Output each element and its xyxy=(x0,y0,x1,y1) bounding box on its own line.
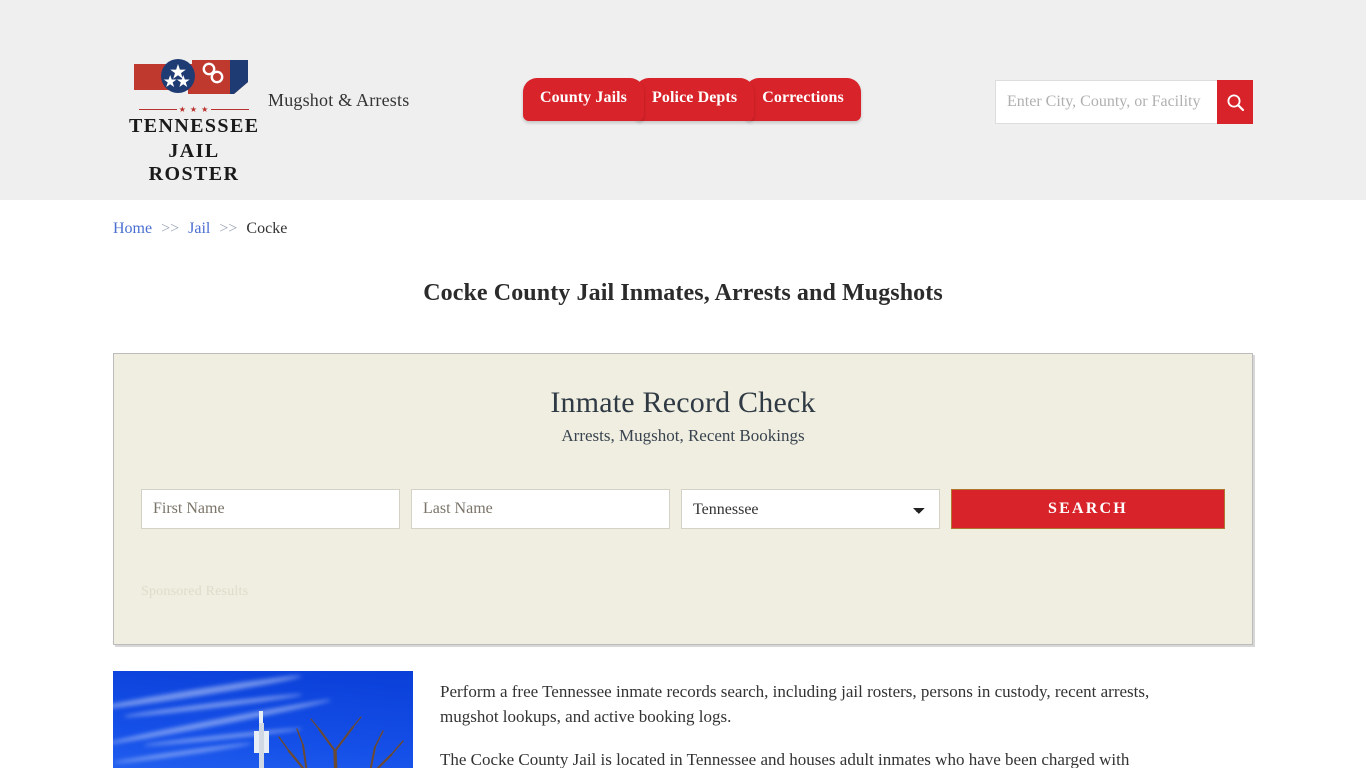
inmate-search-form: Tennessee SEARCH xyxy=(141,489,1225,529)
page-title: Cocke County Jail Inmates, Arrests and M… xyxy=(423,280,943,306)
site-header: ★ ★ ★ TENNESSEE JAIL ROSTER Mugshot & Ar… xyxy=(0,0,1366,200)
tennessee-state-logo-icon xyxy=(130,52,258,102)
article-paragraph: Perform a free Tennessee inmate records … xyxy=(440,682,1150,726)
sponsored-results-label: Sponsored Results xyxy=(141,584,249,599)
inmate-record-check-panel: Inmate Record Check Arrests, Mugshot, Re… xyxy=(113,353,1253,645)
last-name-input[interactable] xyxy=(411,489,670,529)
brand-name-line1: TENNESSEE xyxy=(129,115,260,137)
search-icon xyxy=(1227,94,1244,111)
nav-tab-police-depts[interactable]: Police Depts xyxy=(635,78,755,121)
breadcrumb-item-home[interactable]: Home xyxy=(113,220,152,237)
breadcrumb-item-current: Cocke xyxy=(246,220,288,237)
tree-graphic xyxy=(278,716,404,768)
header-search-button[interactable] xyxy=(1217,80,1253,124)
site-tagline: Mugshot & Arrests xyxy=(268,90,410,110)
nav-tab-county-jails[interactable]: County Jails xyxy=(523,78,644,121)
record-check-subtitle: Arrests, Mugshot, Recent Bookings xyxy=(561,426,805,445)
breadcrumb: Home >> Jail >> Cocke xyxy=(113,200,1253,238)
first-name-input[interactable] xyxy=(141,489,400,529)
breadcrumb-item-jail[interactable]: Jail xyxy=(188,220,210,237)
header-search-input[interactable] xyxy=(995,80,1217,124)
search-submit-button[interactable]: SEARCH xyxy=(951,489,1225,529)
logo-stars-icon: ★ ★ ★ xyxy=(178,105,210,114)
breadcrumb-separator: >> xyxy=(219,220,238,237)
state-select[interactable]: Tennessee xyxy=(681,489,940,529)
logo-divider: ★ ★ ★ xyxy=(139,105,249,114)
site-logo[interactable]: ★ ★ ★ TENNESSEE JAIL ROSTER xyxy=(129,52,259,186)
content-section: Perform a free Tennessee inmate records … xyxy=(113,671,1253,768)
breadcrumb-separator: >> xyxy=(161,220,180,237)
jail-photo xyxy=(113,671,413,768)
nav-tab-corrections[interactable]: Corrections xyxy=(745,78,861,121)
article-body: Perform a free Tennessee inmate records … xyxy=(440,671,1200,768)
article-paragraph: The Cocke County Jail is located in Tenn… xyxy=(440,750,1130,768)
primary-navigation: County Jails Police Depts Corrections xyxy=(523,78,861,121)
record-check-title: Inmate Record Check xyxy=(550,386,816,419)
brand-name-line2: JAIL ROSTER xyxy=(148,140,240,185)
header-search xyxy=(995,80,1253,124)
